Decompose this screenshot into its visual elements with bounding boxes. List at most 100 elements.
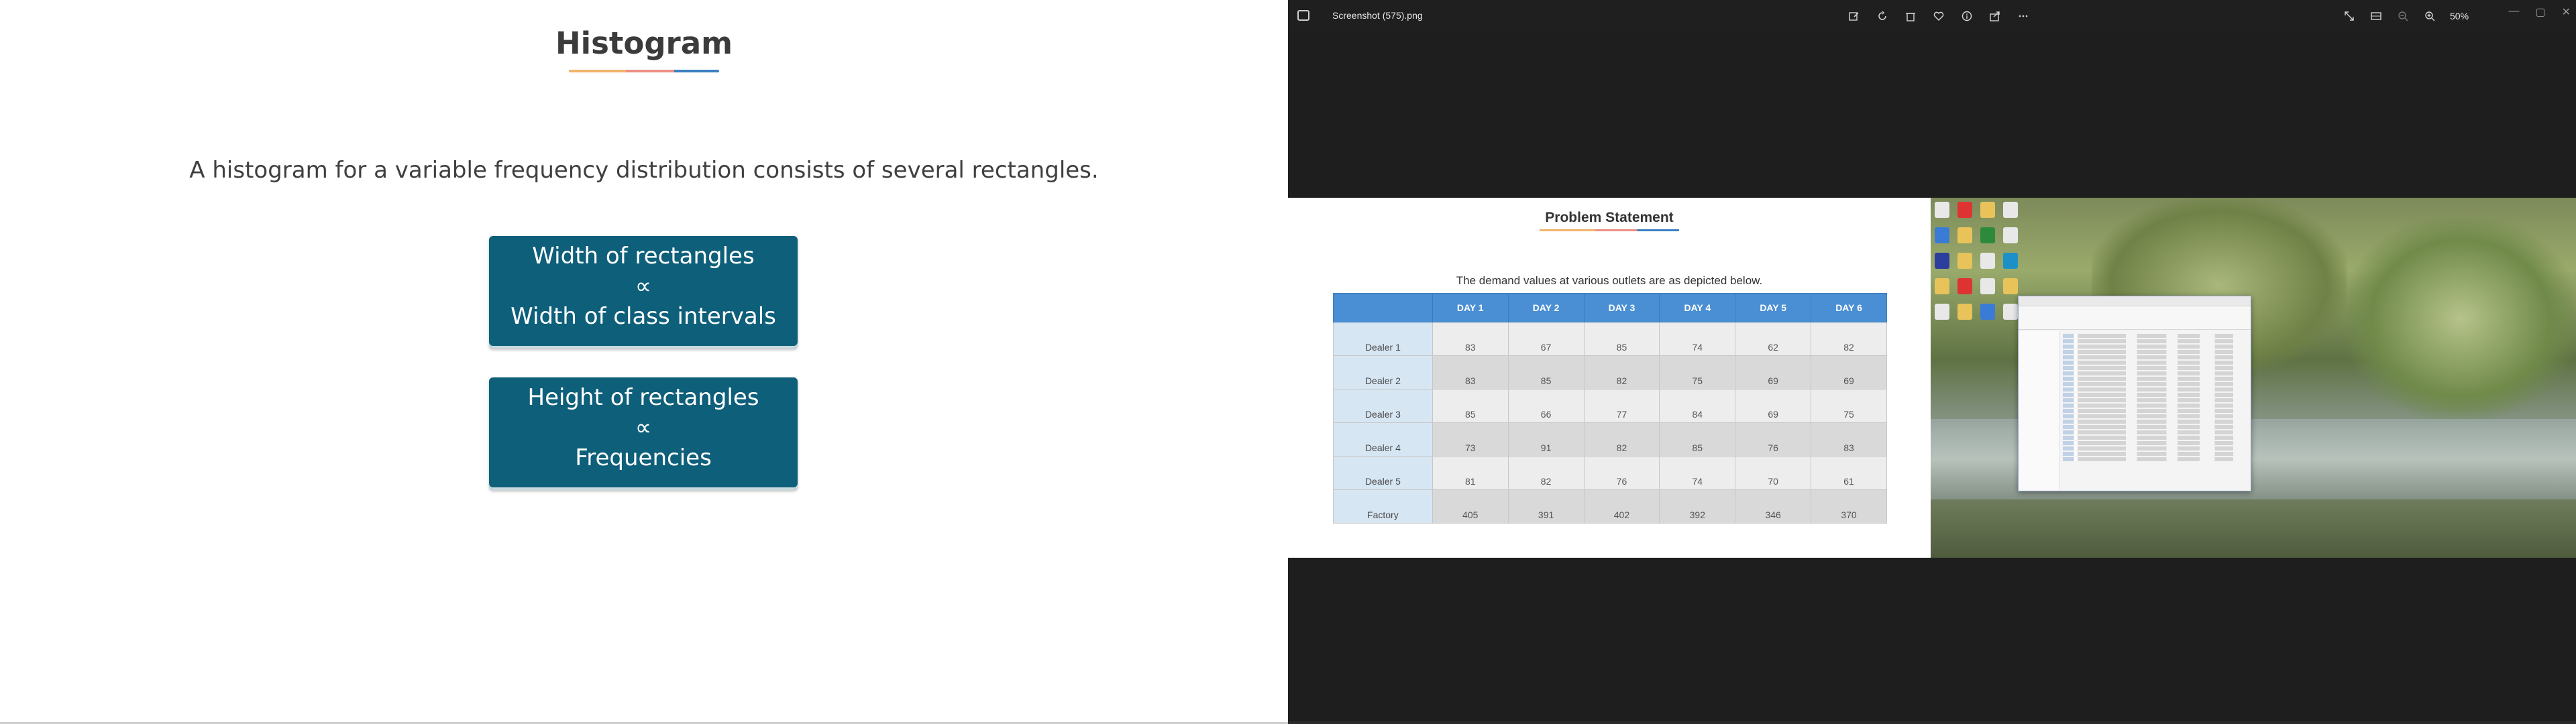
column-header: DAY 2 [1507, 293, 1585, 322]
viewer-titlebar: Screenshot (575).png 50% — ▢ ✕ [1288, 0, 2576, 32]
edit-icon[interactable] [1845, 7, 1864, 25]
table-cell: 83 [1432, 355, 1509, 389]
list-item [2063, 355, 2248, 359]
table-row: Dealer 4 73 91 82 85 76 83 [1333, 422, 1887, 457]
list-item [2063, 404, 2248, 408]
column-header: DAY 4 [1659, 293, 1736, 322]
fullscreen-icon[interactable] [2340, 7, 2359, 25]
table-cell: 75 [1811, 389, 1887, 423]
list-item [2063, 387, 2248, 391]
rotate-icon[interactable] [1873, 7, 1892, 25]
file-icon [2003, 202, 2018, 218]
list-item [2063, 345, 2248, 349]
zoom-level: 50% [2450, 11, 2469, 21]
explorer-nav-pane [2019, 331, 2059, 491]
proportional-symbol: ∝ [635, 414, 652, 441]
proportional-symbol: ∝ [635, 273, 652, 300]
minimize-icon[interactable]: — [2508, 5, 2519, 19]
table-cell: 67 [1507, 322, 1585, 356]
app-icon [1980, 304, 1995, 320]
box1-line2: Width of class intervals [511, 303, 776, 330]
embedded-slide: Problem Statement The demand values at v… [1288, 198, 1931, 558]
table-cell: 85 [1507, 355, 1585, 389]
pdf-icon [1957, 202, 1972, 218]
table-cell: 82 [1583, 422, 1660, 457]
list-item [2063, 398, 2248, 402]
table-cell: 85 [1432, 389, 1509, 423]
table-row: Dealer 3 85 66 77 84 69 75 [1333, 389, 1887, 423]
desktop-icon-grid [1935, 202, 2029, 320]
demand-table: DAY 1 DAY 2 DAY 3 DAY 4 DAY 5 DAY 6 Deal… [1333, 293, 1887, 524]
pdf-icon [1957, 278, 1972, 294]
table-cell: 69 [1811, 355, 1887, 389]
table-cell: 91 [1507, 422, 1585, 457]
list-item [2063, 436, 2248, 440]
photos-app-icon [1297, 10, 1309, 21]
share-icon[interactable] [1986, 7, 2004, 25]
folder-icon [1980, 202, 1995, 218]
list-item [2063, 420, 2248, 424]
table-row: Dealer 2 83 85 82 75 69 69 [1333, 355, 1887, 389]
table-cell: 405 [1432, 489, 1509, 524]
list-item [2063, 414, 2248, 418]
embedded-title-underline [1540, 229, 1679, 231]
column-header: DAY 5 [1735, 293, 1812, 322]
maximize-icon[interactable]: ▢ [2535, 5, 2545, 19]
table-cell: 81 [1432, 456, 1509, 490]
more-icon[interactable] [2014, 7, 2033, 25]
table-cell: 83 [1811, 422, 1887, 457]
zoom-out-icon[interactable] [2394, 7, 2412, 25]
close-icon[interactable]: ✕ [2562, 5, 2571, 19]
folder-icon [1957, 227, 1972, 243]
table-cell: 83 [1432, 322, 1509, 356]
info-icon[interactable] [1957, 7, 1976, 25]
table-cell: 402 [1583, 489, 1660, 524]
table-row: Factory 405 391 402 392 346 370 [1333, 489, 1887, 524]
list-item [2063, 350, 2248, 354]
delete-icon[interactable] [1901, 7, 1920, 25]
app-icon [1935, 253, 1949, 269]
embedded-slide-description: The demand values at various outlets are… [1456, 274, 1763, 287]
table-cell: 82 [1811, 322, 1887, 356]
table-header-row: DAY 1 DAY 2 DAY 3 DAY 4 DAY 5 DAY 6 [1333, 293, 1887, 322]
width-proportional-box: Width of rectangles ∝ Width of class int… [489, 236, 798, 349]
filmstrip-icon[interactable] [2367, 7, 2385, 25]
row-label: Dealer 3 [1333, 389, 1433, 423]
list-item [2063, 425, 2248, 429]
embedded-file-explorer [2018, 296, 2251, 491]
list-item [2063, 441, 2248, 445]
viewer-toolbar [1845, 7, 2033, 25]
box2-line2: Frequencies [575, 444, 712, 471]
table-cell: 69 [1735, 389, 1812, 423]
table-cell: 85 [1659, 422, 1736, 457]
table-cell: 70 [1735, 456, 1812, 490]
list-item [2063, 457, 2248, 461]
table-cell: 370 [1811, 489, 1887, 524]
favorite-icon[interactable] [1929, 7, 1948, 25]
embedded-desktop-wallpaper [1931, 198, 2576, 558]
app-icon [1935, 227, 1949, 243]
table-cell: 77 [1583, 389, 1660, 423]
zoom-in-icon[interactable] [2420, 7, 2439, 25]
list-item [2063, 446, 2248, 450]
table-cell: 391 [1507, 489, 1585, 524]
table-cell: 82 [1507, 456, 1585, 490]
slide-description: A histogram for a variable frequency dis… [189, 157, 1099, 184]
explorer-file-list [2060, 333, 2251, 484]
table-cell: 76 [1583, 456, 1660, 490]
explorer-titlebar [2019, 296, 2251, 306]
viewer-view-controls: 50% [2340, 7, 2469, 25]
viewer-bottom-edge [1288, 721, 2576, 724]
slide-title: Histogram [555, 25, 733, 61]
row-label: Dealer 1 [1333, 322, 1433, 356]
file-icon [1980, 253, 1995, 269]
list-item [2063, 371, 2248, 375]
table-cell: 61 [1811, 456, 1887, 490]
title-underline [569, 70, 719, 72]
file-icon [1935, 202, 1949, 218]
list-item [2063, 334, 2248, 338]
list-item [2063, 393, 2248, 397]
list-item [2063, 339, 2248, 343]
row-label: Factory [1333, 489, 1433, 524]
file-icon [2003, 304, 2018, 320]
